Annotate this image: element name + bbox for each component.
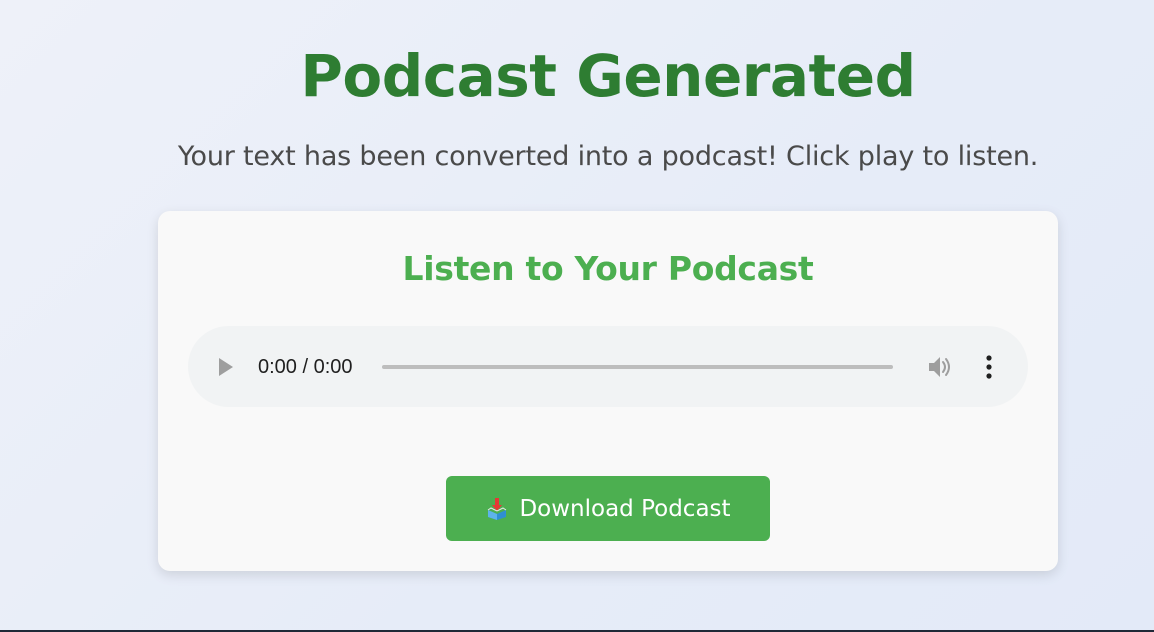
download-button-label: Download Podcast: [519, 495, 731, 522]
page-title: Podcast Generated: [300, 42, 916, 110]
volume-icon[interactable]: [926, 354, 954, 380]
podcast-card: Listen to Your Podcast 0:00 / 0:00 Downl…: [158, 211, 1058, 571]
download-icon: [488, 497, 507, 520]
page-subtitle: Your text has been converted into a podc…: [177, 141, 1039, 172]
audio-progress-slider[interactable]: [382, 365, 893, 369]
card-title: Listen to Your Podcast: [402, 249, 814, 288]
more-vertical-icon[interactable]: [978, 353, 1000, 381]
play-icon[interactable]: [219, 358, 233, 376]
time-display: 0:00 / 0:00: [258, 356, 353, 378]
download-podcast-button[interactable]: Download Podcast: [446, 476, 770, 541]
audio-player[interactable]: 0:00 / 0:00: [188, 326, 1028, 407]
